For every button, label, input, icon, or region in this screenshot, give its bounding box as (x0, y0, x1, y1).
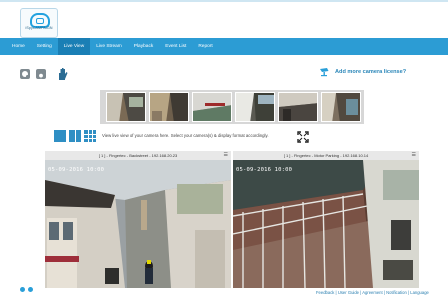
add-license-label: Add more camera license? (335, 69, 407, 75)
camera-menu-icon[interactable]: ☰ (224, 152, 228, 159)
layout-selector (54, 130, 96, 142)
camera-video-feed[interactable]: 05-09-2016 10:00 (45, 160, 231, 288)
camera-title-bar: [ 1 ] - Fingertec - Motor Parking - 192.… (233, 151, 419, 160)
footer-links: Feedback | User Guide | Agreement | Noti… (316, 290, 429, 295)
brand-logo[interactable]: iSpyCAMPAIGN (20, 8, 58, 38)
camera-menu-icon[interactable]: ☰ (412, 152, 416, 159)
camera-panel-motor-parking[interactable]: [ 1 ] - Fingertec - Motor Parking - 192.… (233, 151, 419, 288)
add-license-link[interactable]: Add more camera license? (319, 66, 406, 78)
camera-thumbnail[interactable] (106, 92, 146, 122)
nav-live-view[interactable]: Live View (57, 38, 91, 55)
nav-live-stream[interactable]: Live Stream (90, 38, 128, 55)
main-nav: Home Setting Live View Live Stream Playb… (0, 38, 448, 55)
fullscreen-icon[interactable] (297, 131, 309, 143)
camera-timestamp: 05-09-2016 10:00 (236, 167, 293, 173)
camera-timestamp: 05-09-2016 10:00 (48, 167, 105, 173)
nav-home[interactable]: Home (0, 38, 31, 55)
nav-setting[interactable]: Setting (31, 38, 58, 55)
nav-playback[interactable]: Playback (128, 38, 159, 55)
record-button[interactable] (36, 69, 46, 81)
logo-text: iSpyCAMPAIGN (25, 26, 53, 30)
camera-thumbnail[interactable] (149, 92, 189, 122)
camera-lens-icon (22, 71, 29, 78)
header: iSpyCAMPAIGN (0, 2, 448, 38)
backstreet-scene (45, 160, 231, 288)
layout-1x2-button[interactable] (69, 130, 81, 142)
footer-user-guide-link[interactable]: User Guide (338, 290, 359, 295)
camera-title-bar: [ 1 ] - Fingertec - Backstreet - 192.168… (45, 151, 231, 160)
nav-report[interactable]: Report (192, 38, 218, 55)
camera-title: [ 1 ] - Fingertec - Motor Parking - 192.… (283, 153, 369, 158)
cctv-camera-icon (320, 68, 329, 77)
camera-thumbnail[interactable] (235, 92, 275, 122)
camera-panel-backstreet[interactable]: [ 1 ] - Fingertec - Backstreet - 192.168… (45, 151, 231, 288)
camera-thumbnail[interactable] (321, 92, 361, 122)
motor-parking-scene (233, 160, 419, 288)
camera-thumbnail[interactable] (278, 92, 318, 122)
camera-thumbnail[interactable] (192, 92, 232, 122)
android-icon[interactable] (20, 287, 25, 292)
user-icon (37, 73, 45, 81)
apple-icon[interactable] (28, 287, 33, 292)
camera-title: [ 1 ] - Fingertec - Backstreet - 192.168… (98, 153, 178, 158)
pan-hand-icon[interactable] (56, 67, 68, 81)
nav-event-list[interactable]: Event List (159, 38, 192, 55)
snapshot-button[interactable] (20, 69, 30, 79)
camera-thumbnail-strip (100, 90, 364, 124)
footer-social-icons (20, 287, 33, 292)
footer-notification-link[interactable]: Notification (386, 290, 407, 295)
footer-language-link[interactable]: Language (410, 290, 429, 295)
footer-agreement-link[interactable]: Agreement (362, 290, 382, 295)
camera-video-feed[interactable]: 05-09-2016 10:00 (233, 160, 419, 288)
layout-instructions: View live view of your camera here. Sele… (102, 133, 269, 138)
layout-3x3-button[interactable] (84, 130, 96, 142)
footer-feedback-link[interactable]: Feedback (316, 290, 334, 295)
layout-1x1-button[interactable] (54, 130, 66, 142)
